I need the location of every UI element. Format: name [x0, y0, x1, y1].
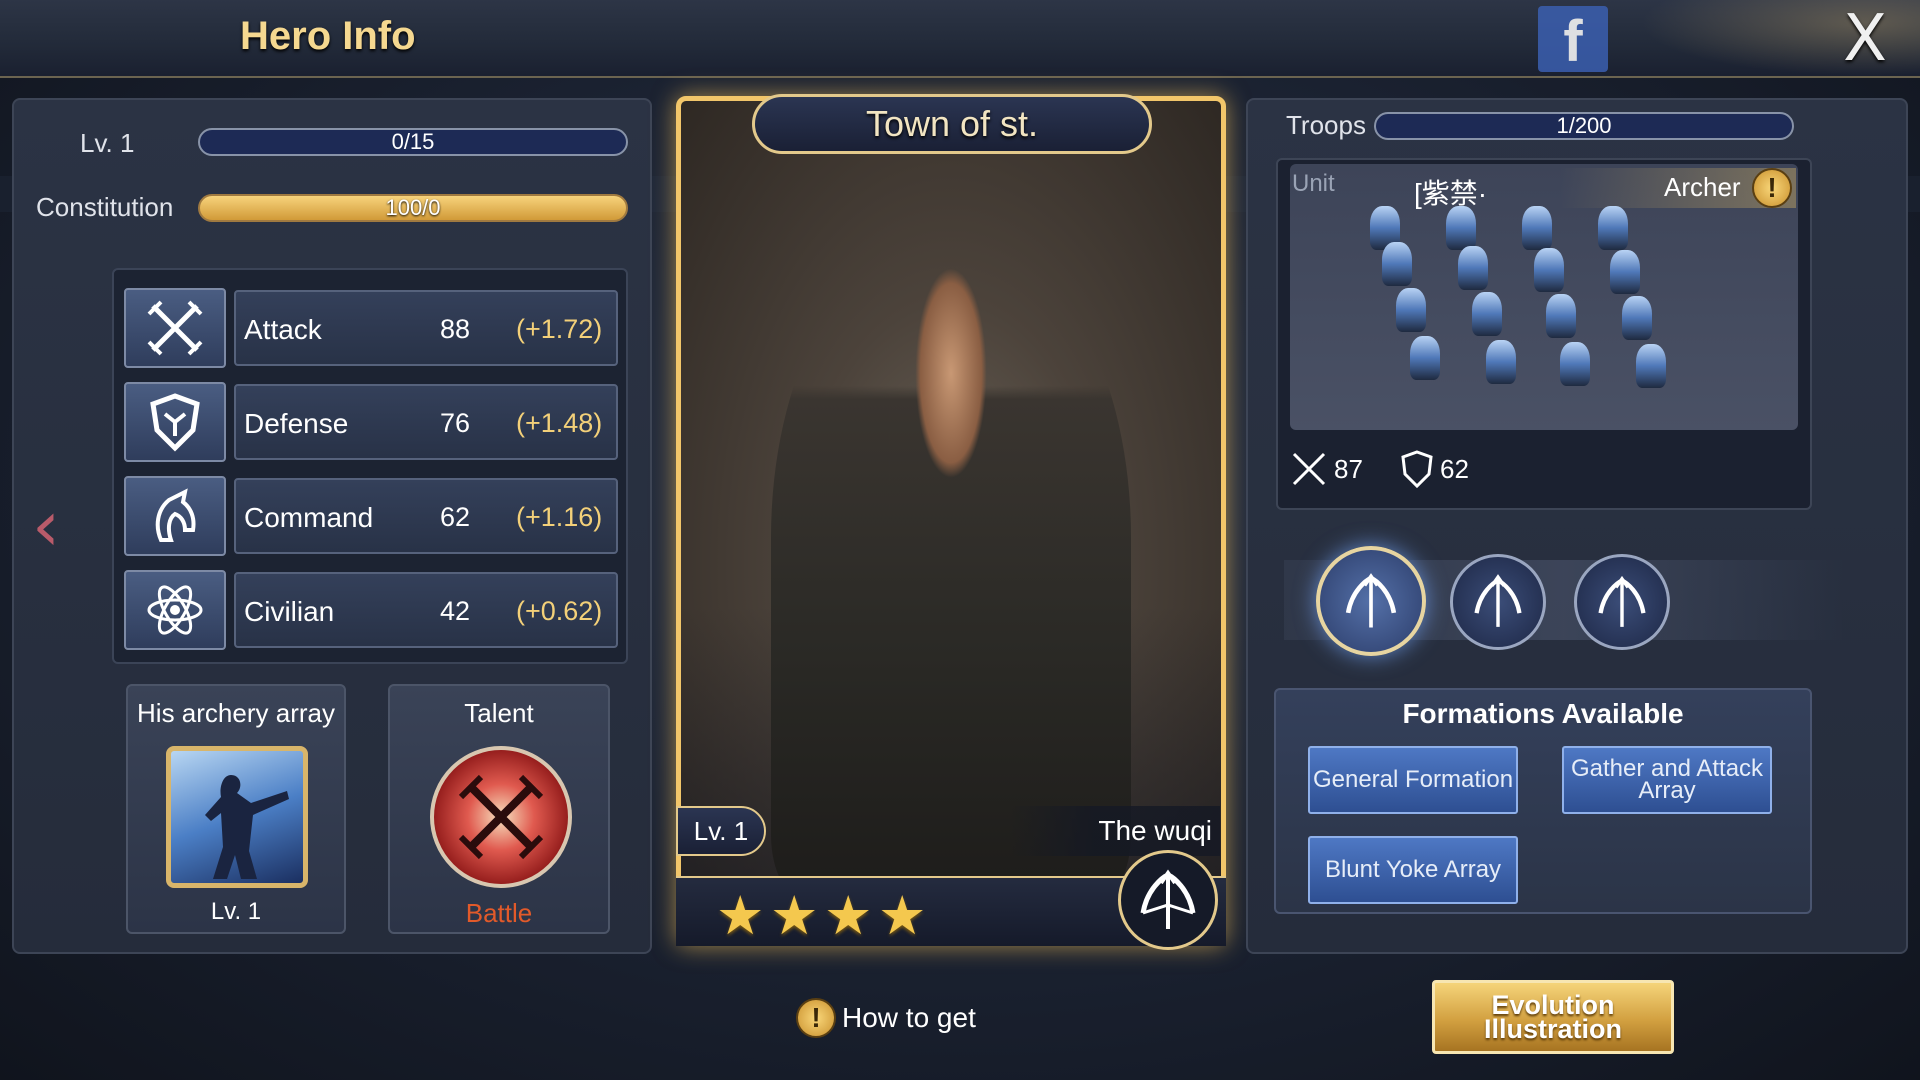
stat-bonus: (+0.62) — [516, 596, 603, 626]
class-bow-button-2[interactable] — [1574, 554, 1670, 650]
star-icon: ★ — [878, 884, 927, 947]
stat-bar: Civilian 42 (+0.62) — [234, 572, 618, 648]
unit-defense-value: 62 — [1440, 453, 1469, 484]
soldier-figure — [1598, 206, 1628, 250]
soldier-figure — [1472, 292, 1502, 336]
troops-bar: 1/200 — [1374, 112, 1794, 140]
shield-icon — [124, 382, 226, 462]
constitution-label: Constitution — [36, 192, 174, 222]
hero-name: The wuqi — [1010, 806, 1220, 856]
constitution-bar: 100/0 — [198, 194, 628, 222]
atom-icon — [124, 570, 226, 650]
soldier-figure — [1534, 248, 1564, 292]
evolution-illustration-button[interactable]: Evolution Illustration — [1432, 980, 1674, 1054]
facebook-icon[interactable]: f — [1538, 6, 1608, 74]
header-bar: Hero Info f X — [0, 0, 1920, 78]
horse-head-icon — [124, 476, 226, 556]
talent-title: Talent — [464, 698, 534, 728]
archer-soldiers — [1370, 206, 1710, 406]
stat-row-command: Command 62 (+1.16) — [124, 476, 618, 556]
hero-location-banner: Town of st. — [752, 94, 1152, 154]
soldier-figure — [1610, 250, 1640, 294]
close-button[interactable]: X — [1830, 4, 1900, 74]
unit-label: Unit — [1292, 170, 1335, 197]
stat-name: Command — [244, 502, 374, 533]
info-icon: ! — [796, 998, 836, 1038]
unit-info-icon[interactable]: ! — [1752, 168, 1792, 208]
skill-level: Lv. 1 — [210, 898, 262, 925]
hero-portrait — [771, 241, 1131, 901]
stat-name: Civilian — [244, 596, 335, 627]
stat-bar: Defense 76 (+1.48) — [234, 384, 618, 460]
soldier-figure — [1458, 246, 1488, 290]
stat-bar: Attack 88 (+1.72) — [234, 290, 618, 366]
stat-row-defense: Defense 76 (+1.48) — [124, 382, 618, 462]
star-icon: ★ — [716, 884, 765, 947]
soldier-figure — [1636, 344, 1666, 388]
soldier-figure — [1560, 342, 1590, 386]
unit-attack: 87 — [1290, 450, 1363, 488]
troops-label: Troops — [1286, 110, 1366, 140]
formations-box: Formations Available General Formation G… — [1274, 688, 1812, 914]
stat-value: 88 — [440, 314, 471, 344]
crossed-swords-icon — [124, 288, 226, 368]
how-to-get-link[interactable]: ! How to get — [796, 998, 976, 1038]
crossed-swords-icon — [1292, 452, 1326, 486]
soldier-figure — [1486, 340, 1516, 384]
talent-card[interactable]: Talent Battle — [388, 684, 610, 934]
shield-icon — [1401, 450, 1433, 488]
class-spear-button[interactable] — [1450, 554, 1546, 650]
card-level: Lv. 1 — [676, 806, 766, 856]
stat-bar: Command 62 (+1.16) — [234, 478, 618, 554]
prev-hero-arrow-icon[interactable]: ‹ — [26, 486, 66, 566]
how-to-get-label: How to get — [842, 1002, 976, 1033]
stat-bonus: (+1.48) — [516, 408, 603, 438]
page-title: Hero Info — [240, 14, 416, 58]
unit-defense: 62 — [1400, 450, 1469, 488]
soldier-figure — [1522, 206, 1552, 250]
soldier-figure — [1546, 294, 1576, 338]
stat-value: 42 — [440, 596, 471, 626]
stat-bonus: (+1.72) — [516, 314, 603, 344]
soldier-figure — [1446, 206, 1476, 250]
formation-gather-attack-button[interactable]: Gather and Attack Array — [1562, 746, 1772, 814]
skill-title: His archery array — [137, 698, 335, 728]
level-label: Lv. 1 — [80, 128, 135, 158]
bow-icon — [1118, 850, 1218, 950]
class-bow-button[interactable] — [1316, 546, 1426, 656]
exp-bar: 0/15 — [198, 128, 628, 156]
bow-icon — [1345, 573, 1397, 628]
star-icon: ★ — [824, 884, 873, 947]
soldier-figure — [1382, 242, 1412, 286]
stat-row-attack: Attack 88 (+1.72) — [124, 288, 618, 368]
talent-label: Battle — [465, 898, 533, 928]
stat-row-civilian: Civilian 42 (+0.62) — [124, 570, 618, 650]
skill-card[interactable]: His archery array Lv. 1 — [126, 684, 346, 934]
soldier-figure — [1410, 336, 1440, 380]
stat-value: 62 — [440, 502, 471, 532]
archer-skill-icon[interactable] — [166, 746, 308, 888]
bow-icon — [1598, 575, 1646, 627]
stat-value: 76 — [440, 408, 471, 438]
unit-type: Archer — [1664, 172, 1741, 202]
soldier-figure — [1622, 296, 1652, 340]
stats-box: Attack 88 (+1.72) Defense 76 (+1.48) Com… — [112, 268, 628, 664]
formations-title: Formations Available — [1402, 698, 1684, 729]
spear-icon — [1474, 574, 1522, 627]
crossed-swords-talent-icon[interactable] — [430, 746, 572, 888]
stat-name: Attack — [244, 314, 322, 345]
formation-blunt-yoke-button[interactable]: Blunt Yoke Array — [1308, 836, 1518, 904]
formation-general-button[interactable]: General Formation — [1308, 746, 1518, 814]
star-icon: ★ — [770, 884, 819, 947]
soldier-figure — [1396, 288, 1426, 332]
stat-bonus: (+1.16) — [516, 502, 603, 532]
stat-name: Defense — [244, 408, 349, 439]
unit-attack-value: 87 — [1334, 453, 1363, 484]
